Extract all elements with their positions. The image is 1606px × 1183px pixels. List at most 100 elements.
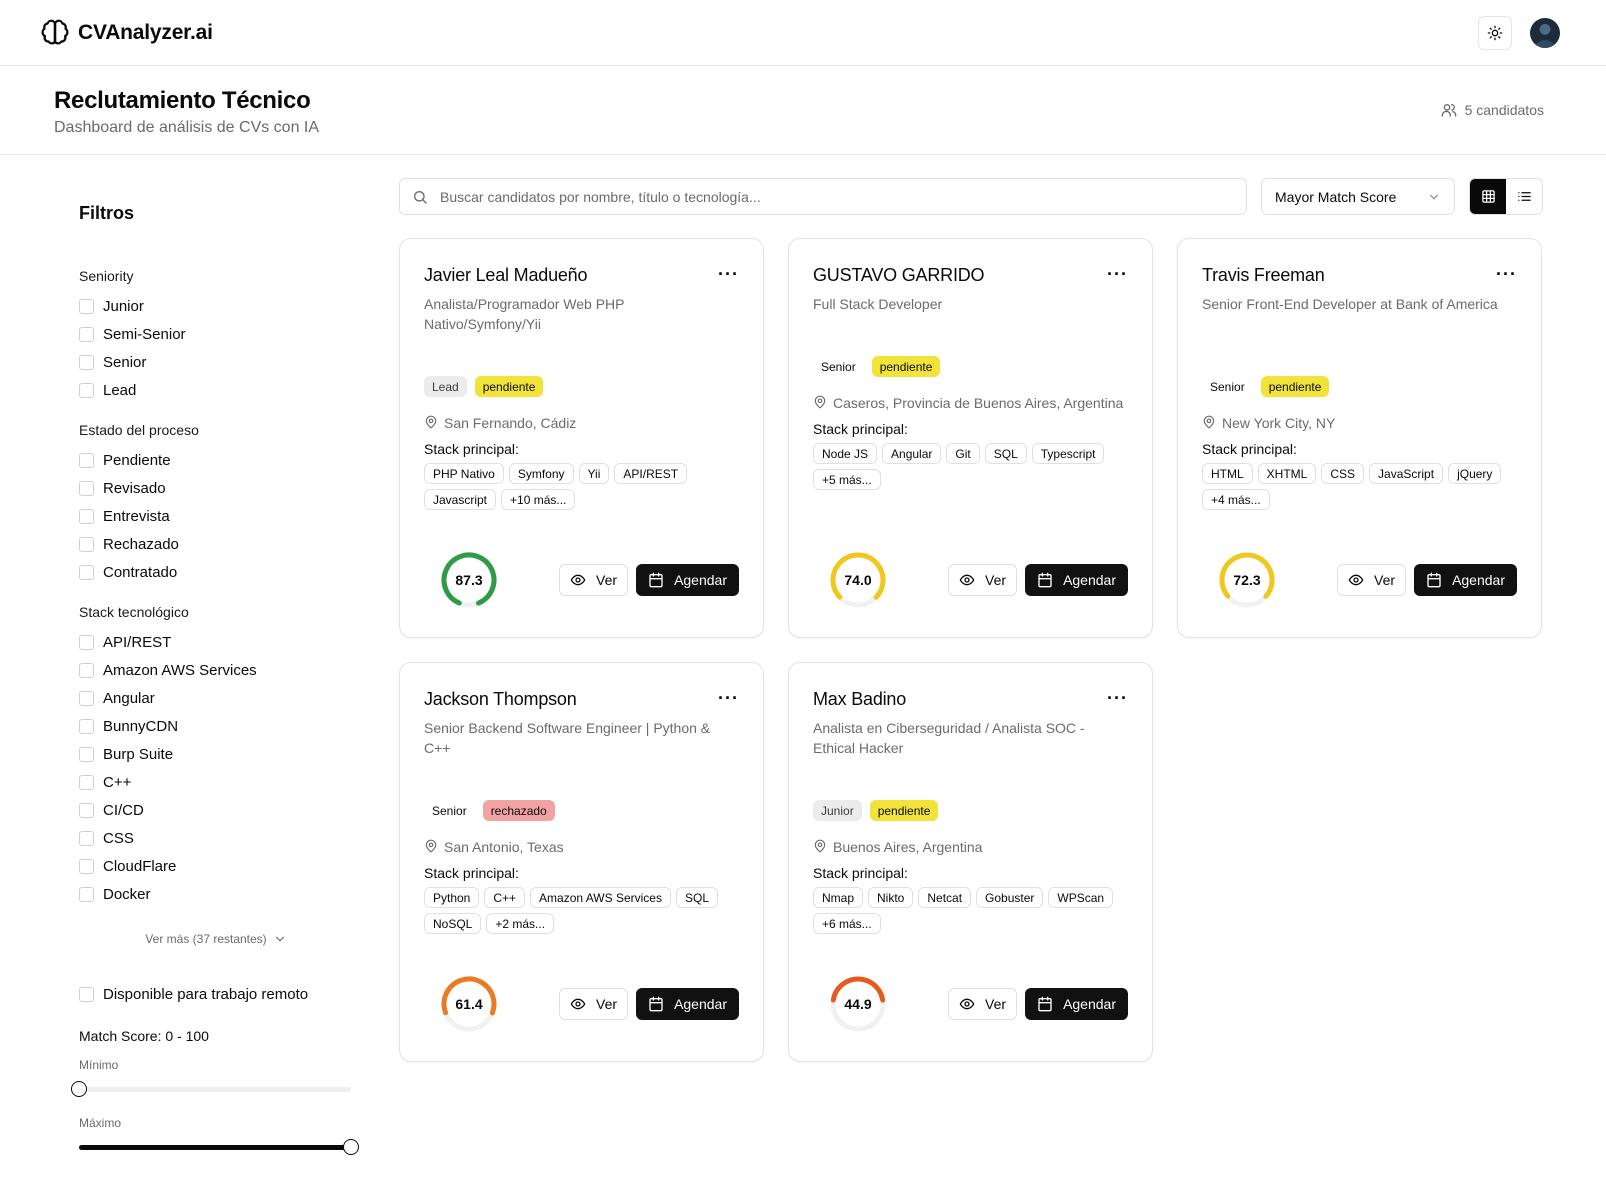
- stack-chip: NoSQL: [424, 913, 482, 934]
- schedule-button[interactable]: Agendar: [1025, 564, 1128, 596]
- filter-option[interactable]: Pendiente: [79, 446, 353, 474]
- sort-select[interactable]: Mayor Match Score: [1261, 178, 1455, 215]
- filter-checkbox[interactable]: [79, 452, 94, 468]
- search-input[interactable]: [440, 188, 1234, 205]
- remote-label: Disponible para trabajo remoto: [103, 985, 309, 1003]
- stack-chip: Gobuster: [976, 887, 1044, 908]
- schedule-button[interactable]: Agendar: [1414, 564, 1517, 596]
- stack-more-chip[interactable]: +5 más...: [813, 469, 881, 490]
- more-options-icon[interactable]: ···: [1496, 265, 1517, 283]
- filter-option[interactable]: Amazon AWS Services: [79, 656, 353, 684]
- filter-option[interactable]: CSS: [79, 824, 353, 852]
- filter-option[interactable]: Revisado: [79, 474, 353, 502]
- filter-option[interactable]: Junior: [79, 292, 353, 320]
- search-box[interactable]: [399, 178, 1247, 215]
- more-options-icon[interactable]: ···: [1107, 689, 1128, 707]
- stack-chip: Nikto: [868, 887, 914, 908]
- filter-option[interactable]: Contratado: [79, 558, 353, 586]
- stack-chip: CSS: [1321, 463, 1365, 484]
- filters-title: Filtros: [79, 203, 135, 223]
- view-button[interactable]: Ver: [1337, 564, 1407, 596]
- filter-option[interactable]: Docker: [79, 880, 353, 908]
- theme-toggle-button[interactable]: [1478, 15, 1512, 50]
- remote-filter[interactable]: Disponible para trabajo remoto: [79, 980, 353, 1008]
- filter-option[interactable]: Entrevista: [79, 502, 353, 530]
- filter-option[interactable]: CloudFlare: [79, 852, 353, 880]
- min-slider-thumb[interactable]: [71, 1081, 87, 1097]
- stack-chip: SQL: [675, 887, 718, 908]
- filter-checkbox[interactable]: [79, 746, 94, 762]
- candidate-card[interactable]: Javier Leal Madueño ··· Analista/Program…: [399, 238, 764, 638]
- max-score-slider[interactable]: [79, 1138, 359, 1158]
- filter-checkbox[interactable]: [79, 690, 94, 706]
- filter-option[interactable]: Angular: [79, 684, 353, 712]
- filter-checkbox[interactable]: [79, 298, 94, 314]
- user-avatar[interactable]: [1530, 17, 1560, 48]
- min-score-slider[interactable]: [71, 1080, 351, 1100]
- stack-label: Stack principal:: [424, 865, 519, 881]
- calendar-icon: [649, 572, 663, 588]
- filter-checkbox[interactable]: [79, 634, 94, 650]
- filter-checkbox[interactable]: [79, 858, 94, 874]
- filter-checkbox[interactable]: [79, 830, 94, 846]
- filter-checkbox[interactable]: [79, 326, 94, 342]
- filter-option[interactable]: Rechazado: [79, 530, 353, 558]
- filter-checkbox[interactable]: [79, 774, 94, 790]
- eye-icon: [1348, 574, 1364, 586]
- list-view-button[interactable]: [1506, 179, 1542, 214]
- filter-option[interactable]: Senior: [79, 348, 353, 376]
- remote-checkbox[interactable]: [79, 986, 94, 1002]
- schedule-button[interactable]: Agendar: [1025, 988, 1128, 1020]
- filter-checkbox[interactable]: [79, 662, 94, 678]
- stack-more-chip[interactable]: +4 más...: [1202, 489, 1270, 510]
- match-score-gauge: 44.9: [829, 975, 887, 1033]
- grid-view-button[interactable]: [1470, 179, 1506, 214]
- brand[interactable]: CVAnalyzer.ai: [40, 18, 213, 48]
- more-options-icon[interactable]: ···: [1107, 265, 1128, 283]
- max-slider-thumb[interactable]: [343, 1139, 359, 1155]
- view-button[interactable]: Ver: [559, 564, 629, 596]
- filter-option[interactable]: Lead: [79, 376, 353, 404]
- calendar-icon: [1427, 572, 1441, 588]
- seniority-badge: Senior: [432, 803, 467, 818]
- filter-option[interactable]: API/REST: [79, 628, 353, 656]
- schedule-button[interactable]: Agendar: [636, 988, 739, 1020]
- view-button[interactable]: Ver: [948, 564, 1018, 596]
- status-badge: pendiente: [474, 376, 544, 397]
- more-options-icon[interactable]: ···: [718, 265, 739, 283]
- location-text: San Fernando, Cádiz: [444, 415, 577, 431]
- candidate-card[interactable]: GUSTAVO GARRIDO ··· Full Stack Developer…: [788, 238, 1153, 638]
- see-more-button[interactable]: Ver más (37 restantes): [79, 932, 353, 946]
- stack-more-chip[interactable]: +6 más...: [813, 913, 881, 934]
- more-options-icon[interactable]: ···: [718, 689, 739, 707]
- filter-checkbox[interactable]: [79, 802, 94, 818]
- candidate-card[interactable]: Max Badino ··· Analista en Cibersegurida…: [788, 662, 1153, 1062]
- candidate-card[interactable]: Travis Freeman ··· Senior Front-End Deve…: [1177, 238, 1542, 638]
- schedule-label: Agendar: [1452, 572, 1505, 588]
- schedule-button[interactable]: Agendar: [636, 564, 739, 596]
- stack-label: Stack principal:: [424, 441, 519, 457]
- filter-checkbox[interactable]: [79, 886, 94, 902]
- filter-checkbox[interactable]: [79, 382, 94, 398]
- view-button[interactable]: Ver: [948, 988, 1018, 1020]
- stack-more-chip[interactable]: +2 más...: [486, 913, 555, 934]
- stack-chip: Amazon AWS Services: [530, 887, 671, 908]
- stack-label: Stack principal:: [1202, 441, 1297, 457]
- filter-option-label: CI/CD: [103, 801, 144, 819]
- filter-checkbox[interactable]: [79, 480, 94, 496]
- filter-checkbox[interactable]: [79, 536, 94, 552]
- filter-checkbox[interactable]: [79, 718, 94, 734]
- filter-checkbox[interactable]: [79, 354, 94, 370]
- filter-option[interactable]: BunnyCDN: [79, 712, 353, 740]
- candidate-card[interactable]: Jackson Thompson ··· Senior Backend Soft…: [399, 662, 764, 1062]
- filter-option[interactable]: CI/CD: [79, 796, 353, 824]
- filter-option[interactable]: Semi-Senior: [79, 320, 353, 348]
- view-button[interactable]: Ver: [559, 988, 629, 1020]
- match-score-gauge: 87.3: [440, 551, 498, 609]
- filter-option[interactable]: Burp Suite: [79, 740, 353, 768]
- filter-checkbox[interactable]: [79, 564, 94, 580]
- stack-label: Stack principal:: [813, 421, 908, 437]
- stack-more-chip[interactable]: +10 más...: [501, 489, 576, 510]
- filter-checkbox[interactable]: [79, 508, 94, 524]
- filter-option[interactable]: C++: [79, 768, 353, 796]
